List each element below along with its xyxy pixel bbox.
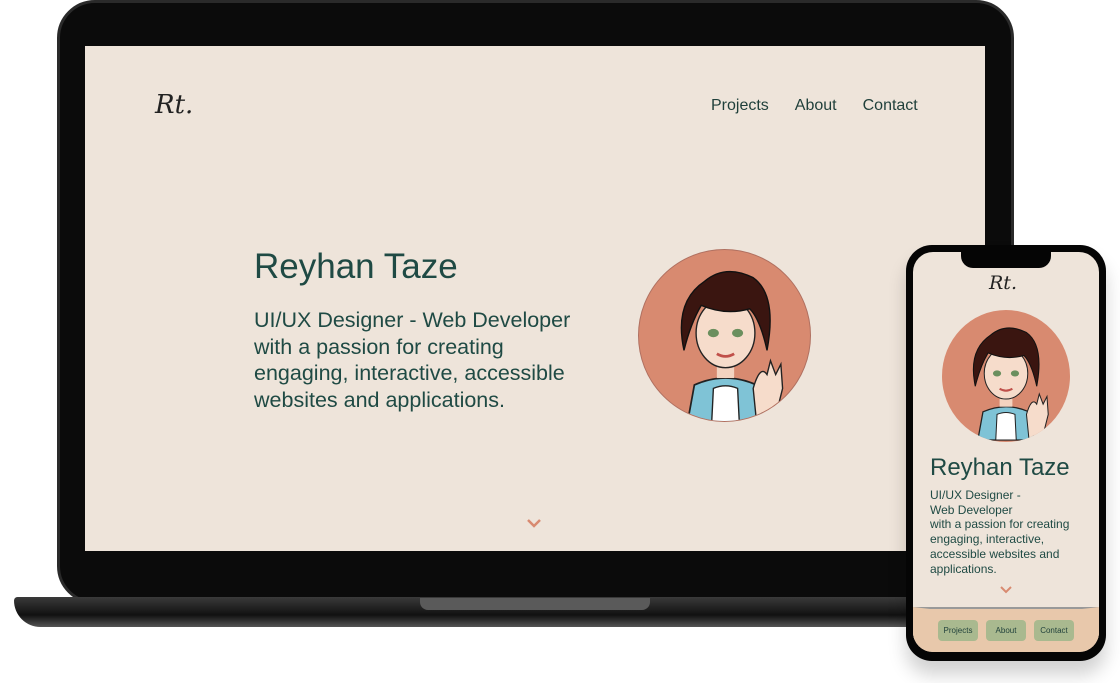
site-logo[interactable]: Rt. [989,272,1017,294]
hero-tagline: UI/UX Designer - Web Developer with a pa… [930,488,1069,576]
hero-name: Reyhan Taze [254,247,458,286]
tagline-line: Web Developer [930,502,1013,517]
tagline-line: applications. [930,561,997,576]
desktop-site: Rt. Projects About Contact Reyhan Taze U… [85,46,985,551]
tagline-line: with a passion for creating [930,517,1070,532]
tagline-line: UI/UX Designer - Web Developer [254,308,571,332]
tagline-line: engaging, interactive, accessible [254,361,565,385]
nav-contact[interactable]: Contact [863,97,918,115]
site-logo[interactable]: Rt. [155,90,193,120]
laptop-hinge [420,598,650,610]
nav-about-button[interactable]: About [986,620,1026,641]
nav-contact-button[interactable]: Contact [1034,620,1074,641]
nav-about[interactable]: About [795,97,837,115]
mobile-nav-buttons: Projects About Contact [913,607,1099,652]
tagline-line: with a passion for creating [254,334,504,359]
phone-frame: Rt. Reyhan Taze UI/UX Designer - Web Dev… [906,245,1106,661]
nav-projects[interactable]: Projects [711,97,769,115]
avatar [638,249,811,422]
hero-tagline: UI/UX Designer - Web Developer with a pa… [254,307,570,413]
tagline-line: websites and applications. [254,387,505,412]
chevron-down-icon[interactable] [999,585,1013,594]
tagline-line: accessible websites and [930,546,1060,561]
chevron-down-icon[interactable] [526,518,542,528]
nav-projects-button[interactable]: Projects [938,620,978,641]
tagline-line: engaging, interactive, [930,532,1045,547]
phone-notch [961,252,1051,268]
hero-name: Reyhan Taze [930,454,1070,481]
mobile-site: Rt. Reyhan Taze UI/UX Designer - Web Dev… [913,252,1099,652]
desktop-nav: Projects About Contact [711,97,918,115]
tagline-line: UI/UX Designer - [930,488,1021,502]
avatar [942,310,1070,442]
